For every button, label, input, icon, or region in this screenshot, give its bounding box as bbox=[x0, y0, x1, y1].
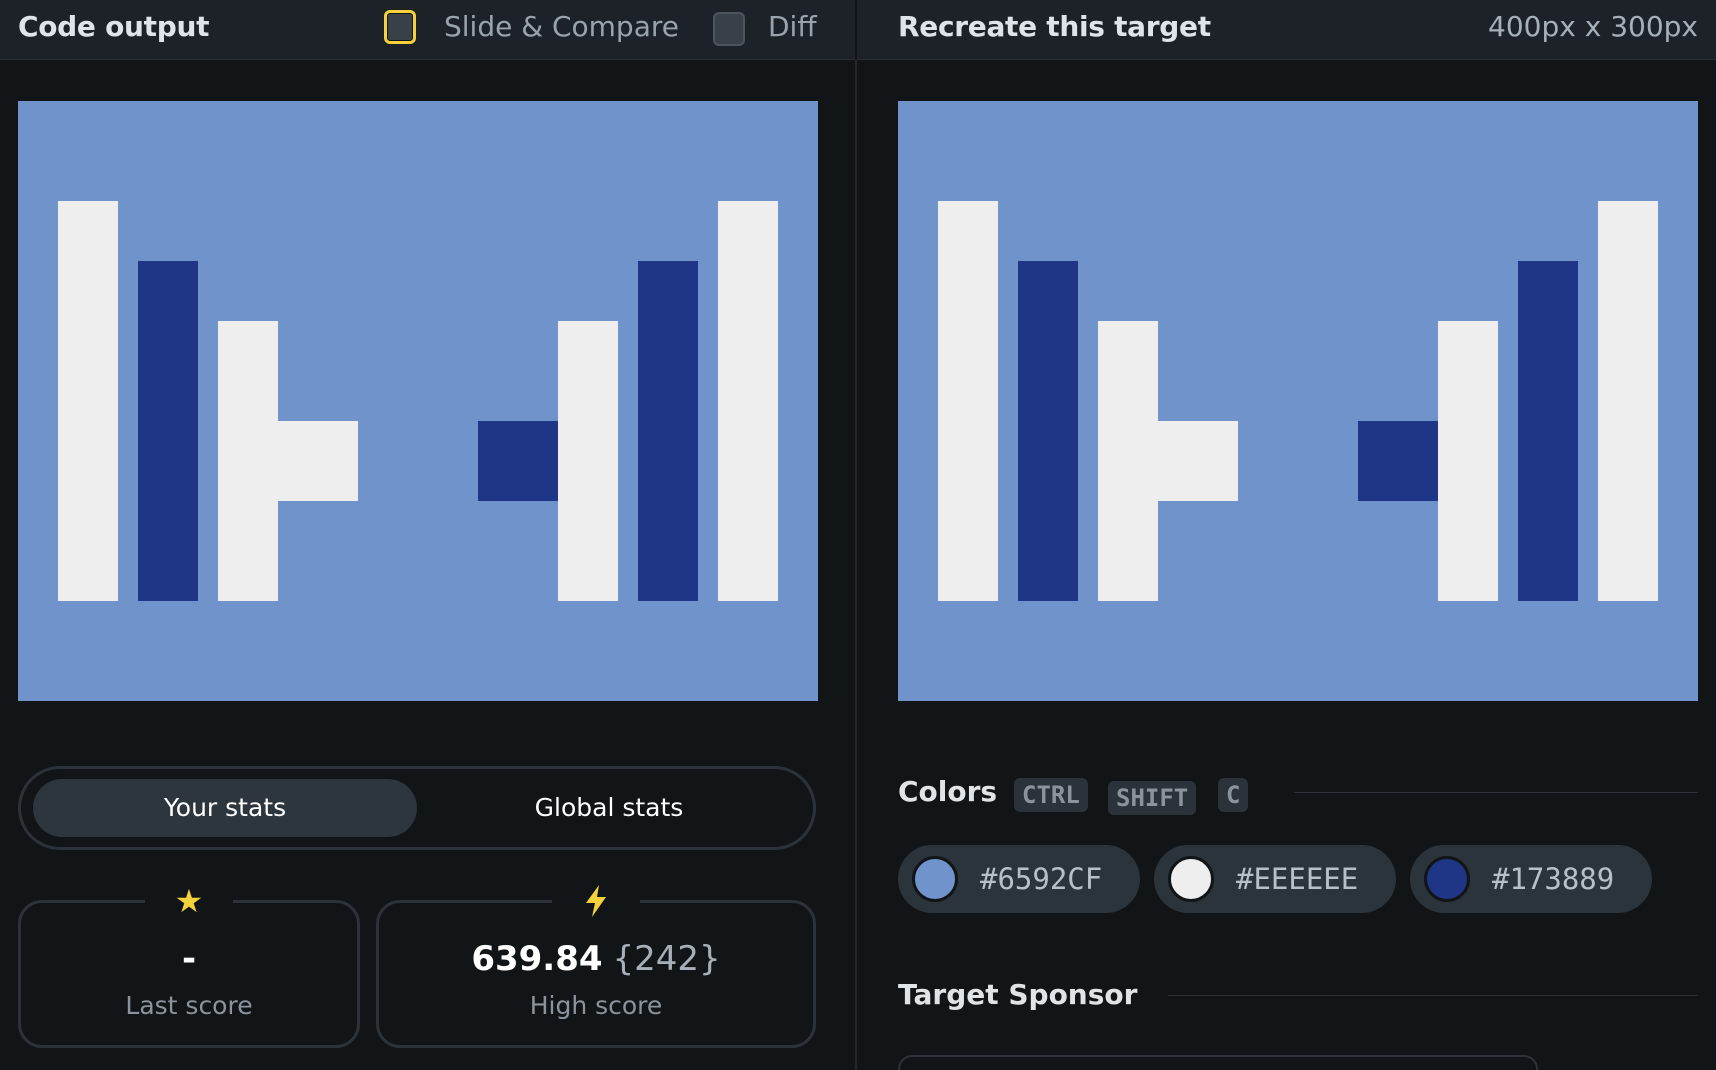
last-score-value: - bbox=[181, 939, 197, 979]
target-dimensions: 400px x 300px bbox=[1488, 10, 1698, 43]
sponsor-divider bbox=[1168, 995, 1698, 996]
shortcut-key-c: C bbox=[1218, 778, 1249, 812]
top-bar-divider bbox=[855, 0, 857, 60]
output-bar bbox=[558, 321, 618, 601]
app-root: Code output Slide & Compare Diff Recreat… bbox=[0, 0, 1716, 1070]
output-bar bbox=[138, 261, 198, 601]
recreate-target-title: Recreate this target bbox=[898, 10, 1211, 43]
last-score-card: ★ - Last score bbox=[18, 879, 360, 1048]
diff-label[interactable]: Diff bbox=[768, 10, 817, 43]
output-bar bbox=[218, 321, 278, 601]
color-swatch-3[interactable]: #173889 bbox=[1410, 845, 1652, 913]
code-output-canvas[interactable] bbox=[18, 101, 818, 701]
color-hex-1: #6592CF bbox=[980, 862, 1103, 896]
slide-compare-label[interactable]: Slide & Compare bbox=[444, 10, 679, 43]
high-score-card: 639.84 {242} High score bbox=[376, 879, 816, 1048]
high-score-count: {242} bbox=[612, 939, 721, 979]
tab-your-stats[interactable]: Your stats bbox=[33, 779, 417, 837]
diff-checkbox[interactable] bbox=[713, 12, 745, 46]
output-bar bbox=[718, 201, 778, 601]
target-sponsor-title: Target Sponsor bbox=[898, 978, 1138, 1011]
colors-title: Colors bbox=[898, 775, 998, 808]
column-divider bbox=[855, 60, 857, 1070]
target-bar bbox=[1598, 201, 1658, 601]
color-dot-1 bbox=[912, 856, 958, 902]
target-block bbox=[1158, 421, 1238, 501]
shortcut-key-ctrl: CTRL bbox=[1014, 778, 1088, 812]
output-block bbox=[278, 421, 358, 501]
output-bar bbox=[638, 261, 698, 601]
color-dot-3 bbox=[1424, 856, 1470, 902]
slide-compare-checkbox[interactable] bbox=[384, 10, 416, 44]
output-block bbox=[478, 421, 558, 501]
color-swatch-1[interactable]: #6592CF bbox=[898, 845, 1140, 913]
color-swatch-2[interactable]: #EEEEEE bbox=[1154, 845, 1396, 913]
lightning-icon bbox=[552, 879, 640, 923]
code-output-title: Code output bbox=[18, 10, 210, 43]
shortcut-key-shift: SHIFT bbox=[1108, 781, 1197, 815]
target-block bbox=[1358, 421, 1438, 501]
color-dot-2 bbox=[1168, 856, 1214, 902]
target-bar bbox=[1018, 261, 1078, 601]
star-icon: ★ bbox=[145, 879, 233, 923]
last-score-label: Last score bbox=[125, 991, 253, 1020]
color-hex-2: #EEEEEE bbox=[1236, 862, 1359, 896]
high-score-value-row: 639.84 {242} bbox=[379, 939, 813, 979]
output-bar bbox=[58, 201, 118, 601]
high-score-value: 639.84 bbox=[471, 939, 603, 979]
target-bar bbox=[1098, 321, 1158, 601]
color-hex-3: #173889 bbox=[1492, 862, 1615, 896]
colors-divider bbox=[1294, 792, 1698, 793]
high-score-label: High score bbox=[529, 991, 663, 1020]
target-canvas bbox=[898, 101, 1698, 701]
target-bar bbox=[1438, 321, 1498, 601]
stats-toggle: Your stats Global stats bbox=[18, 766, 816, 850]
target-bar bbox=[1518, 261, 1578, 601]
target-bar bbox=[938, 201, 998, 601]
sponsor-card[interactable] bbox=[898, 1055, 1538, 1070]
top-bar: Code output Slide & Compare Diff Recreat… bbox=[0, 0, 1716, 60]
tab-global-stats[interactable]: Global stats bbox=[417, 779, 801, 837]
